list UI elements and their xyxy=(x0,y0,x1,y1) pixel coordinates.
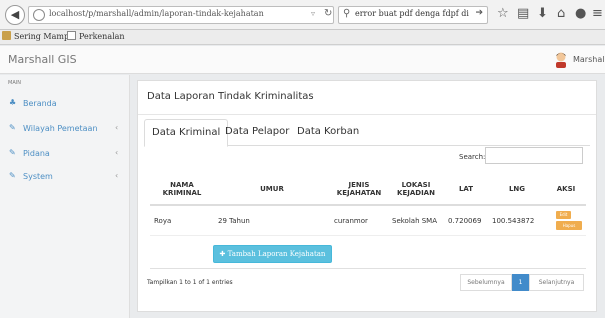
cell-jenis: curanmor xyxy=(330,205,388,236)
tab-data-pelapor[interactable]: Data Pelapor xyxy=(218,119,296,146)
table-row: Roya 29 Tahun curanmor Sekolah SMA 0.720… xyxy=(150,205,586,236)
chevron-left-icon: ‹ xyxy=(115,171,119,180)
column-header[interactable]: LNG xyxy=(488,173,546,206)
cell-lokasi: Sekolah SMA xyxy=(388,205,444,236)
column-header[interactable]: LOKASI KEJADIAN xyxy=(388,173,444,206)
user-name[interactable]: Marshall xyxy=(573,55,605,64)
go-arrow-icon[interactable]: ➔ xyxy=(475,8,483,18)
edit-icon: ✎ xyxy=(9,148,16,157)
prev-page-button[interactable]: Sebelumnya xyxy=(460,274,512,291)
plus-icon: ✚ xyxy=(219,250,226,258)
cell-umur: 29 Tahun xyxy=(214,205,330,236)
reload-icon[interactable]: ↻ xyxy=(324,8,332,19)
table-search-input[interactable] xyxy=(485,147,583,164)
cell-lng: 100.543872 xyxy=(488,205,546,236)
edit-button[interactable]: Edit xyxy=(556,211,571,219)
bookmark-icon xyxy=(2,31,11,40)
download-icon[interactable]: ⬇ xyxy=(537,7,548,21)
divider xyxy=(138,114,596,115)
add-report-button[interactable]: ✚ Tambah Laporan Kejahatan xyxy=(213,245,332,263)
column-header[interactable]: NAMA KRIMINAL xyxy=(150,173,214,206)
dropdown-icon[interactable]: ▿ xyxy=(311,9,315,18)
sidebar-item-label: Wilayah Pemetaan xyxy=(23,124,98,133)
magnifier-icon: ⚲ xyxy=(343,8,351,19)
chevron-left-icon: ‹ xyxy=(115,148,119,157)
column-header[interactable]: LAT xyxy=(444,173,488,206)
panel-title: Data Laporan Tindak Kriminalitas xyxy=(147,91,314,102)
browser-search-box[interactable]: ⚲ error buat pdf denga fdpf di ➔ xyxy=(338,6,488,24)
clipboard-icon[interactable]: ▤ xyxy=(517,7,529,21)
bookmark-sering-mampir[interactable]: Sering Mampir xyxy=(2,31,75,41)
bookmark-label: Perkenalan xyxy=(79,32,125,41)
main-panel: Data Laporan Tindak Kriminalitas Data Kr… xyxy=(137,80,597,312)
search-label: Search: xyxy=(459,153,486,161)
home-icon[interactable]: ⌂ xyxy=(557,7,565,21)
table-header-row: NAMA KRIMINAL UMUR JENIS KEJAHATAN LOKAS… xyxy=(150,173,586,206)
edit-icon: ✎ xyxy=(9,171,16,180)
tab-data-kriminal[interactable]: Data Kriminal xyxy=(144,119,229,147)
cell-aksi: Edit Hapus xyxy=(546,205,586,236)
column-header: AKSI xyxy=(546,173,586,206)
add-report-label: Tambah Laporan Kejahatan xyxy=(227,250,326,258)
edit-icon: ✎ xyxy=(9,123,16,132)
sidebar-item-system[interactable]: ✎ System ‹ xyxy=(0,166,130,188)
sidebar-item-wilayah-pemetaan[interactable]: ✎ Wilayah Pemetaan ‹ xyxy=(0,118,130,140)
address-bar[interactable]: localhost/p/marshall/admin/laporan-tinda… xyxy=(28,6,334,24)
menu-icon[interactable]: ≡ xyxy=(592,7,603,21)
next-page-button[interactable]: Selanjutnya xyxy=(529,274,584,291)
globe-icon xyxy=(33,9,45,21)
sidebar-section-label: MAIN xyxy=(8,80,21,86)
sidebar: MAIN ♣ Beranda ✎ Wilayah Pemetaan ‹ ✎ Pi… xyxy=(0,75,130,318)
user-avatar-icon[interactable] xyxy=(553,51,569,68)
sidebar-item-pidana[interactable]: ✎ Pidana ‹ xyxy=(0,143,130,165)
crime-table: NAMA KRIMINAL UMUR JENIS KEJAHATAN LOKAS… xyxy=(150,173,586,236)
cell-lat: 0.720069 xyxy=(444,205,488,236)
sidebar-item-label: Beranda xyxy=(23,99,57,108)
page-icon xyxy=(67,31,76,40)
divider xyxy=(150,268,586,269)
delete-button[interactable]: Hapus xyxy=(556,221,582,230)
back-arrow-icon[interactable]: ◀ xyxy=(5,5,25,25)
column-header[interactable]: JENIS KEJAHATAN xyxy=(330,173,388,206)
sidebar-item-label: System xyxy=(23,172,53,181)
column-header[interactable]: UMUR xyxy=(214,173,330,206)
star-icon[interactable]: ☆ xyxy=(497,7,509,21)
entries-info: Tampilkan 1 to 1 of 1 entries xyxy=(147,279,233,286)
app-header: Marshall GIS Marshall xyxy=(0,46,605,74)
cell-nama: Roya xyxy=(150,205,214,236)
search-query: error buat pdf denga fdpf di xyxy=(355,9,469,18)
browser-toolbar: ◀ localhost/p/marshall/admin/laporan-tin… xyxy=(0,0,605,30)
dashboard-icon: ♣ xyxy=(9,98,17,107)
app-title[interactable]: Marshall GIS xyxy=(8,53,77,66)
chat-icon[interactable]: ● xyxy=(575,7,586,21)
page-1-button[interactable]: 1 xyxy=(512,274,529,291)
bookmark-perkenalan[interactable]: Perkenalan xyxy=(67,31,125,41)
bookmarks-bar: Sering Mampir Perkenalan xyxy=(0,30,605,45)
chevron-left-icon: ‹ xyxy=(115,123,119,132)
sidebar-item-label: Pidana xyxy=(23,149,50,158)
url-text: localhost/p/marshall/admin/laporan-tinda… xyxy=(49,9,264,18)
sidebar-item-beranda[interactable]: ♣ Beranda xyxy=(0,93,130,115)
tab-bar: Data Kriminal Data Pelapor Data Korban xyxy=(144,119,590,147)
tab-data-korban[interactable]: Data Korban xyxy=(290,119,366,146)
